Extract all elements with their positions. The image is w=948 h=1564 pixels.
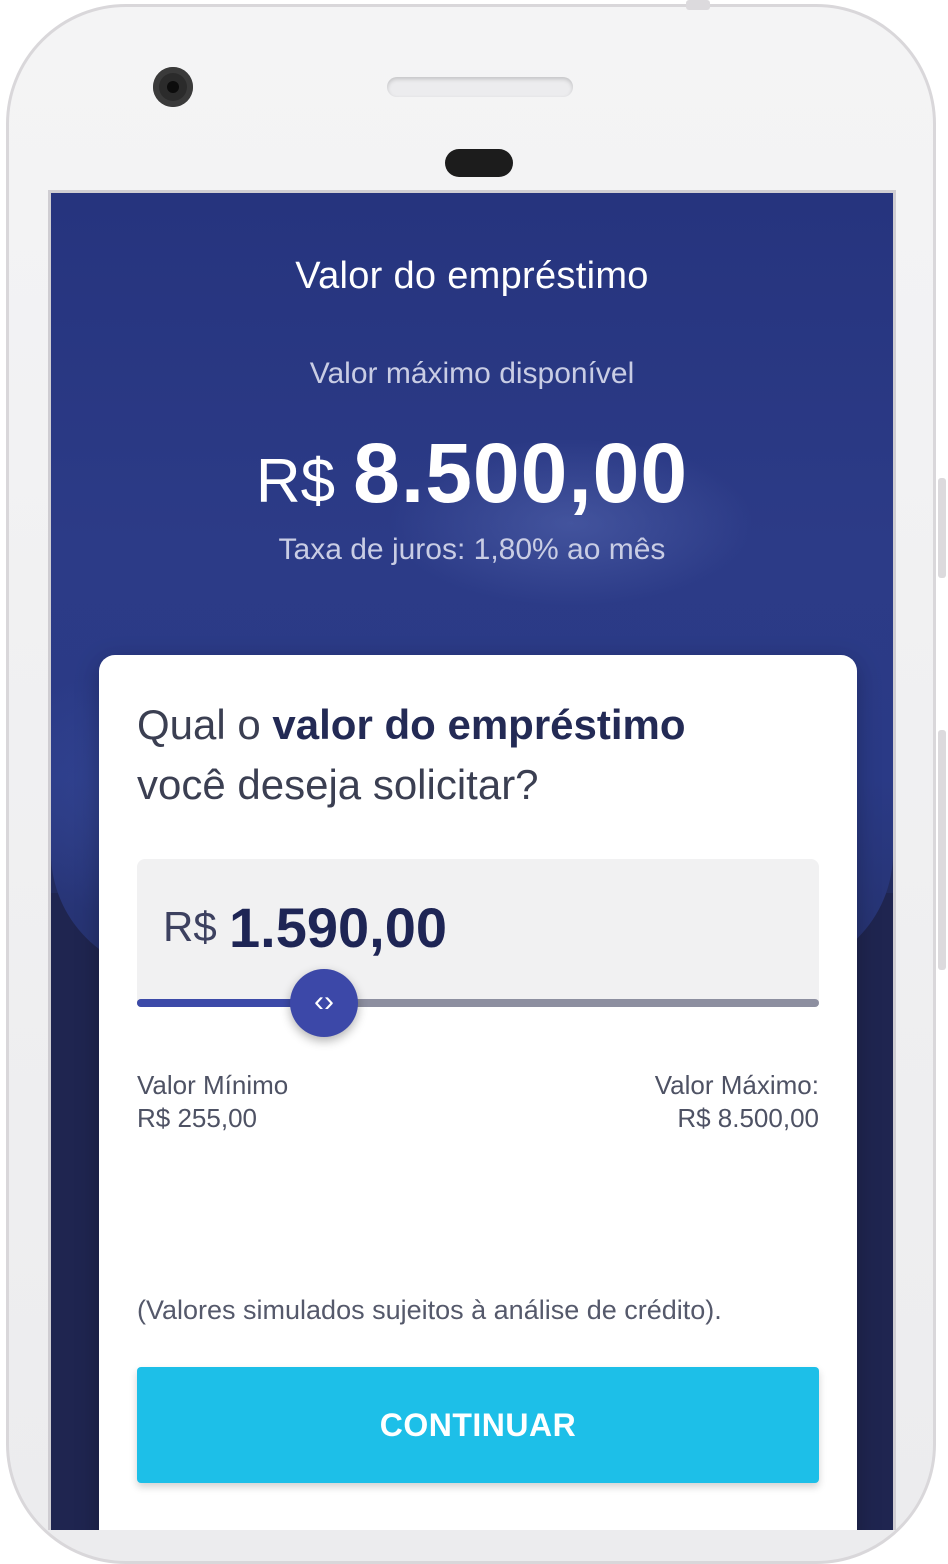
loan-question: Qual o valor do empréstimo você deseja s…: [137, 695, 827, 815]
selected-currency: R$: [163, 903, 217, 950]
question-start: Qual o: [137, 701, 273, 748]
phone-top-button: [686, 0, 710, 10]
amount-slider-track[interactable]: [137, 999, 819, 1007]
amount-slider-handle[interactable]: ‹›: [290, 969, 359, 1037]
interest-rate: Taxa de juros: 1,80% ao mês: [278, 533, 666, 566]
selected-amount: 1.590,00: [229, 896, 447, 959]
question-bold: valor do empréstimo: [272, 701, 686, 748]
continue-button[interactable]: CONTINUAR: [137, 1367, 819, 1483]
question-end: você deseja solicitar?: [137, 761, 539, 808]
chevron-left-right-icon: ‹›: [314, 985, 335, 1018]
selected-amount-field[interactable]: R$ 1.590,00: [137, 859, 819, 1005]
max-value-block: Valor Máximo: R$ 8.500,00: [655, 1069, 819, 1135]
min-value-label: Valor Mínimo: [137, 1070, 289, 1100]
max-amount-value: 8.500,00: [353, 426, 689, 520]
min-value-amount: R$ 255,00: [137, 1103, 257, 1133]
phone-volume-button: [938, 478, 946, 578]
page-title: Valor do empréstimo: [295, 255, 649, 297]
phone-power-button: [938, 730, 946, 970]
loan-amount-card: Qual o valor do empréstimo você deseja s…: [99, 655, 857, 1530]
app-screen: Valor do empréstimo Valor máximo disponí…: [48, 190, 896, 1530]
max-available-label: Valor máximo disponível: [309, 357, 635, 390]
credit-disclaimer: (Valores simulados sujeitos à análise de…: [137, 1295, 722, 1325]
front-camera: [153, 67, 193, 107]
currency-symbol: R$: [255, 447, 336, 516]
max-value-amount: R$ 8.500,00: [677, 1103, 819, 1133]
min-value-block: Valor Mínimo R$ 255,00: [137, 1069, 288, 1135]
max-available-amount: R$ 8.500,00: [51, 425, 893, 522]
proximity-sensor: [445, 149, 513, 177]
max-value-label: Valor Máximo:: [654, 1070, 819, 1100]
earpiece-speaker: [387, 77, 573, 97]
